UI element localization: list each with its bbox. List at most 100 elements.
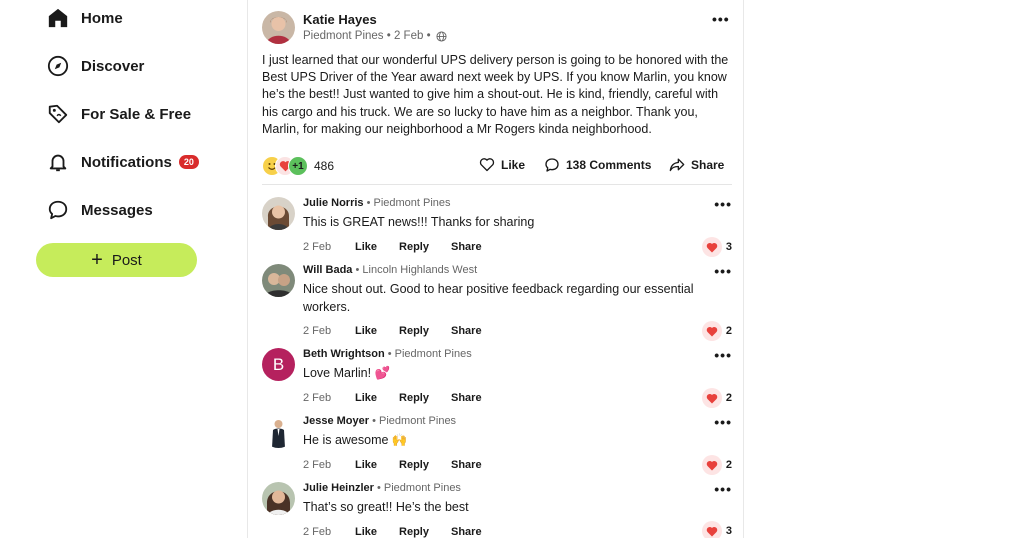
- comment-reply-button[interactable]: Reply: [399, 325, 429, 337]
- post-button[interactable]: + Post: [36, 243, 197, 277]
- comments-label: 138 Comments: [566, 158, 652, 172]
- post-body: I just learned that our wonderful UPS de…: [262, 53, 729, 136]
- comment-item: Jesse Moyer • Piedmont Pines ••• He is a…: [262, 415, 732, 477]
- comment-separator: •: [384, 348, 395, 360]
- comment-share-button[interactable]: Share: [451, 459, 482, 471]
- comment-likes[interactable]: 2: [701, 388, 732, 408]
- sidebar-item-for-sale[interactable]: For Sale & Free: [46, 99, 191, 129]
- comment-more-options-icon[interactable]: •••: [714, 348, 732, 362]
- comment-more-options-icon[interactable]: •••: [714, 264, 732, 278]
- sidebar-item-notifications[interactable]: Notifications 20: [46, 147, 199, 177]
- comment-header: Jesse Moyer • Piedmont Pines: [303, 415, 456, 427]
- commenter-neighborhood[interactable]: Piedmont Pines: [395, 348, 472, 360]
- post-meta: Piedmont Pines • 2 Feb •: [303, 30, 447, 42]
- comment-item: Julie Heinzler • Piedmont Pines ••• That…: [262, 482, 732, 538]
- like-button[interactable]: Like: [479, 157, 525, 172]
- comment-likes[interactable]: 3: [701, 237, 732, 257]
- sidebar-item-messages[interactable]: Messages: [46, 195, 153, 225]
- heart-icon: [701, 521, 722, 538]
- commenter-name[interactable]: Will Bada: [303, 264, 352, 276]
- sidebar-item-home[interactable]: Home: [46, 3, 123, 33]
- comment-like-count: 3: [725, 525, 732, 537]
- sidebar-item-label: Discover: [81, 57, 145, 75]
- notification-count-badge: 20: [178, 155, 199, 169]
- commenter-avatar[interactable]: [262, 415, 295, 448]
- comment-like-button[interactable]: Like: [355, 325, 377, 337]
- compass-icon: [46, 54, 70, 78]
- comment-reply-button[interactable]: Reply: [399, 459, 429, 471]
- divider: [262, 184, 732, 185]
- commenter-neighborhood[interactable]: Piedmont Pines: [384, 482, 461, 494]
- heart-icon: [701, 388, 722, 408]
- commenter-name[interactable]: Jesse Moyer: [303, 415, 369, 427]
- commenter-neighborhood[interactable]: Piedmont Pines: [379, 415, 456, 427]
- comment-reply-button[interactable]: Reply: [399, 392, 429, 404]
- comment-like-count: 2: [725, 325, 732, 337]
- commenter-avatar[interactable]: B: [262, 348, 295, 381]
- price-tag-icon: [46, 102, 70, 126]
- comments-button[interactable]: 138 Comments: [544, 157, 651, 173]
- comment-like-button[interactable]: Like: [355, 392, 377, 404]
- comment-likes[interactable]: 2: [701, 321, 732, 341]
- comment-date: 2 Feb: [303, 392, 332, 404]
- post-more-options-icon[interactable]: •••: [712, 12, 730, 26]
- comment-separator: •: [369, 415, 380, 427]
- reaction-count: 486: [314, 159, 335, 173]
- commenter-neighborhood[interactable]: Piedmont Pines: [374, 197, 451, 209]
- comment-share-button[interactable]: Share: [451, 325, 482, 337]
- commenter-avatar[interactable]: [262, 197, 295, 230]
- comment-text: This is GREAT news!!! Thanks for sharing: [303, 215, 535, 229]
- comment-reply-button[interactable]: Reply: [399, 526, 429, 538]
- reactions-summary[interactable]: +1 486: [262, 155, 334, 177]
- author-neighborhood[interactable]: Piedmont Pines: [303, 30, 384, 42]
- comment-share-button[interactable]: Share: [451, 241, 482, 253]
- like-label: Like: [501, 157, 526, 172]
- comment-like-button[interactable]: Like: [355, 459, 377, 471]
- commenter-avatar[interactable]: [262, 482, 295, 515]
- comment-icon: [545, 158, 559, 172]
- author-avatar[interactable]: [262, 11, 295, 44]
- comment-likes[interactable]: 2: [701, 455, 732, 475]
- comment-text: Nice shout out. Good to hear positive fe…: [303, 282, 694, 314]
- sidebar-item-label: Home: [81, 9, 123, 27]
- comment-header: Beth Wrightson • Piedmont Pines: [303, 348, 472, 360]
- comment-like-count: 3: [725, 241, 732, 253]
- chat-bubble-icon: [46, 198, 70, 222]
- commenter-avatar[interactable]: [262, 264, 295, 297]
- commenter-name[interactable]: Beth Wrightson: [303, 348, 385, 360]
- comment-header: Will Bada • Lincoln Highlands West: [303, 264, 477, 276]
- comment-header: Julie Norris • Piedmont Pines: [303, 197, 451, 209]
- commenter-name[interactable]: Julie Norris: [303, 197, 364, 209]
- comment-likes[interactable]: 3: [701, 521, 732, 538]
- author-name[interactable]: Katie Hayes: [303, 12, 377, 27]
- comment-actions: 2 Feb Like Reply Share: [303, 392, 504, 404]
- meta-separator: •: [383, 30, 394, 42]
- sidebar-item-label: Messages: [81, 201, 153, 219]
- plus-icon: +: [91, 249, 103, 271]
- commenter-neighborhood[interactable]: Lincoln Highlands West: [362, 264, 477, 276]
- comment-like-button[interactable]: Like: [355, 241, 377, 253]
- comment-separator: •: [352, 264, 363, 276]
- extra-reactions-count: +1: [288, 156, 308, 176]
- globe-icon: [436, 30, 447, 42]
- sidebar-item-label: For Sale & Free: [81, 105, 192, 123]
- comment-more-options-icon[interactable]: •••: [714, 482, 732, 496]
- heart-icon: [701, 455, 722, 475]
- comment-reply-button[interactable]: Reply: [399, 241, 429, 253]
- comment-share-button[interactable]: Share: [451, 526, 482, 538]
- comment-more-options-icon[interactable]: •••: [714, 415, 732, 429]
- home-icon: [46, 6, 70, 30]
- comment-text: That’s so great!! He’s the best: [303, 500, 469, 514]
- comment-date: 2 Feb: [303, 325, 332, 337]
- sidebar-item-discover[interactable]: Discover: [46, 51, 144, 81]
- comment-share-button[interactable]: Share: [451, 392, 482, 404]
- comment-more-options-icon[interactable]: •••: [714, 197, 732, 211]
- comment-date: 2 Feb: [303, 526, 332, 538]
- comment-header: Julie Heinzler • Piedmont Pines: [303, 482, 461, 494]
- share-label: Share: [691, 157, 725, 172]
- comment-like-button[interactable]: Like: [355, 526, 377, 538]
- comment-item: B Beth Wrightson • Piedmont Pines ••• Lo…: [262, 348, 732, 410]
- comment-text: Love Marlin! 💕: [303, 366, 391, 380]
- share-button[interactable]: Share: [669, 157, 724, 172]
- commenter-name[interactable]: Julie Heinzler: [303, 482, 374, 494]
